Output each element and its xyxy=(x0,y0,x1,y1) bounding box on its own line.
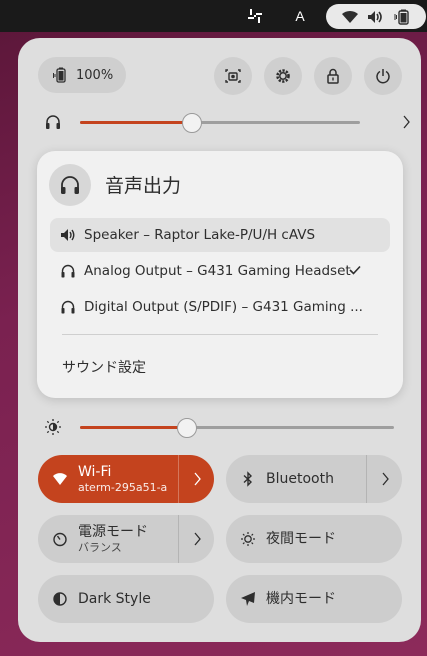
airplane-mode-toggle-main[interactable]: 機内モード xyxy=(226,575,402,623)
bluetooth-label: Bluetooth xyxy=(266,470,334,487)
power-mode-icon xyxy=(53,532,67,547)
night-mode-toggle-main[interactable]: 夜間モード xyxy=(226,515,402,563)
wifi-toggle-main[interactable]: Wi-Fi aterm-295a51-a xyxy=(38,455,178,503)
battery-status[interactable]: 100% xyxy=(38,57,126,93)
dark-style-label: Dark Style xyxy=(78,590,151,607)
sound-output-menu: 音声出力 Speaker – Raptor Lake-P/U/H cAVS An… xyxy=(37,151,403,398)
checkmark-icon xyxy=(349,265,361,275)
sound-output-item-label: Speaker – Raptor Lake-P/U/H cAVS xyxy=(84,227,316,243)
airplane-mode-toggle[interactable]: 機内モード xyxy=(226,575,402,623)
bluetooth-menu-button[interactable] xyxy=(366,455,402,503)
power-button[interactable] xyxy=(364,57,402,95)
night-light-icon xyxy=(241,532,255,546)
sound-settings-link[interactable]: サウンド設定 xyxy=(62,357,146,377)
wifi-icon xyxy=(341,10,358,23)
headphones-icon xyxy=(46,115,60,129)
wifi-label: Wi-Fi xyxy=(78,463,112,480)
apps-grid-icon[interactable] xyxy=(242,0,268,32)
dark-style-toggle-main[interactable]: Dark Style xyxy=(38,575,214,623)
lock-icon xyxy=(327,68,339,84)
settings-button[interactable] xyxy=(264,57,302,95)
sound-output-item-speaker[interactable]: Speaker – Raptor Lake-P/U/H cAVS xyxy=(50,218,390,252)
power-icon xyxy=(376,69,390,84)
night-mode-label: 夜間モード xyxy=(266,530,336,547)
power-mode-value: バランス xyxy=(78,540,122,554)
chevron-right-icon xyxy=(194,532,201,546)
chevron-right-icon[interactable] xyxy=(398,113,414,131)
brightness-slider-row xyxy=(38,412,408,442)
sound-output-header-icon xyxy=(49,164,91,206)
power-mode-toggle[interactable]: 電源モード バランス xyxy=(38,515,214,563)
dark-style-icon xyxy=(53,592,67,606)
wifi-network-name: aterm-295a51-a xyxy=(78,480,168,494)
airplane-icon xyxy=(241,592,255,606)
sound-output-item-analog[interactable]: Analog Output – G431 Gaming Headset xyxy=(50,254,390,288)
wifi-toggle[interactable]: Wi-Fi aterm-295a51-a xyxy=(38,455,214,503)
volume-icon xyxy=(368,10,382,23)
battery-percentage: 100% xyxy=(76,67,114,83)
wifi-icon xyxy=(53,473,67,485)
sound-output-item-digital[interactable]: Digital Output (S/PDIF) – G431 Gaming ..… xyxy=(50,290,390,324)
top-bar: A xyxy=(0,0,427,32)
camera-icon xyxy=(225,69,241,83)
gear-icon xyxy=(276,69,290,83)
headphones-icon xyxy=(61,300,75,314)
headphones-icon xyxy=(61,264,75,278)
brightness-icon xyxy=(45,419,61,435)
menu-separator xyxy=(62,334,378,335)
screenshot-button[interactable] xyxy=(214,57,252,95)
bluetooth-toggle-main[interactable]: Bluetooth xyxy=(226,455,366,503)
sound-output-title: 音声出力 xyxy=(105,175,182,197)
sound-output-item-label: Analog Output – G431 Gaming Headset xyxy=(84,263,351,279)
sound-output-item-label: Digital Output (S/PDIF) – G431 Gaming ..… xyxy=(84,299,363,315)
speaker-icon xyxy=(61,229,75,241)
power-mode-toggle-main[interactable]: 電源モード バランス xyxy=(38,515,178,563)
volume-slider-handle[interactable] xyxy=(182,113,202,133)
brightness-slider-handle[interactable] xyxy=(176,418,197,438)
volume-slider-row xyxy=(38,107,410,137)
input-method-indicator[interactable]: A xyxy=(288,0,312,32)
chevron-right-icon xyxy=(194,472,201,486)
bluetooth-toggle[interactable]: Bluetooth xyxy=(226,455,402,503)
battery-icon xyxy=(394,9,409,25)
lock-button[interactable] xyxy=(314,57,352,95)
brightness-slider-fill xyxy=(80,426,187,429)
bluetooth-icon xyxy=(243,471,253,487)
dark-style-toggle[interactable]: Dark Style xyxy=(38,575,214,623)
volume-slider-fill xyxy=(80,121,192,124)
system-status-area[interactable] xyxy=(326,4,426,29)
headphones-icon xyxy=(61,176,79,194)
brightness-slider[interactable] xyxy=(80,418,394,438)
night-mode-toggle[interactable]: 夜間モード xyxy=(226,515,402,563)
chevron-right-icon xyxy=(382,472,389,486)
wifi-menu-button[interactable] xyxy=(178,455,214,503)
volume-slider[interactable] xyxy=(80,113,360,133)
battery-icon xyxy=(53,67,66,83)
power-mode-label: 電源モード xyxy=(78,523,148,540)
airplane-mode-label: 機内モード xyxy=(266,590,336,607)
power-mode-menu-button[interactable] xyxy=(178,515,214,563)
